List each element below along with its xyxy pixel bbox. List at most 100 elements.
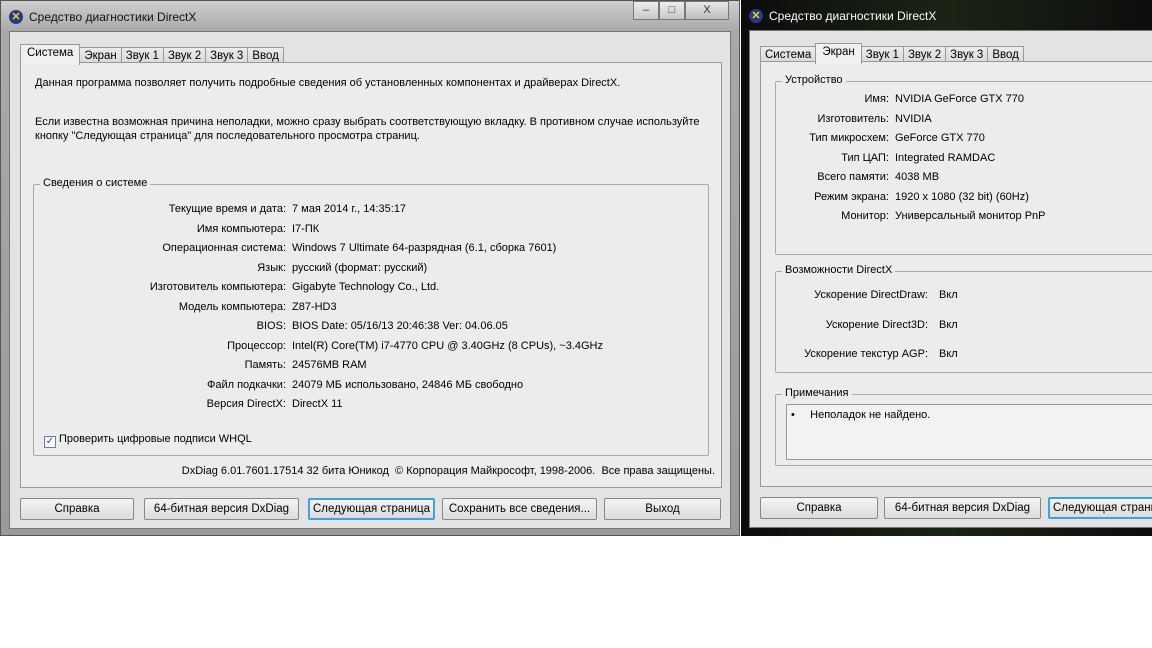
info-label: Тип ЦАП: [841,151,889,164]
dxdiag-window-system: ✕ Средство диагностики DirectX – □ X Сис… [0,0,740,536]
minimize-button[interactable]: – [633,1,659,20]
directx-icon: ✕ [749,9,763,23]
info-label: Режим экрана: [814,190,889,203]
tab-panel: Данная программа позволяет получить подр… [20,62,722,488]
group-title: Устройство [782,74,846,86]
info-label: Имя компьютера: [196,222,286,235]
info-value: Вкл [939,289,958,301]
info-row: Версия DirectX: DirectX 11 [34,398,343,410]
info-label: Ускорение текстур AGP: [804,348,928,360]
info-row: Имя: NVIDIA GeForce GTX 770 [776,93,1024,105]
intro-hint: Если известна возможная причина неполадк… [35,116,700,142]
info-label: Монитор: [841,210,889,222]
info-value: Gigabyte Technology Co., Ltd. [292,281,440,293]
info-value: I7-ПК [292,222,320,235]
info-label: Ускорение DirectDraw: [814,289,928,301]
info-label: Изготовитель компьютера: [149,281,286,293]
info-label: Файл подкачки: [206,378,286,391]
device-group: Устройство Имя: NVIDIA GeForce GTX 770 Изг… [775,74,1152,255]
info-row: Всего памяти: 4038 MB [776,171,939,183]
info-row: Ускорение текстур AGP: Вкл [776,348,958,360]
version-footer: DxDiag 6.01.7601.17514 32 бита Юникод © … [181,465,715,477]
info-value: Вкл [939,318,958,331]
info-row: Текущие время и дата: 7 мая 2014 г., 14:3… [34,203,406,215]
group-title: Примечания [782,387,852,399]
info-row: Ускорение DirectDraw: Вкл [776,289,958,301]
group-title: Возможности DirectX [782,264,896,276]
title-bar: ✕ Средство диагностики DirectX [9,7,196,27]
intro-text: Данная программа позволяет получить подр… [35,77,621,89]
info-row: Изготовитель: NVIDIA [776,113,932,125]
help-button[interactable]: Справка [20,498,134,520]
info-value: 1920 x 1080 (32 bit) (60Hz) [895,190,1029,203]
info-row: Память: 24576MB RAM [34,359,367,371]
client-area: Система Экран Звук 1 Звук 2 Звук 3 Ввод … [9,31,731,529]
bullet-icon: • [791,409,795,421]
info-row: BIOS: BIOS Date: 05/16/13 20:46:38 Ver: 0… [34,320,508,332]
info-value: Z87-HD3 [292,300,337,313]
checkmark-icon: ✓ [44,436,56,448]
info-row: Режим экрана: 1920 x 1080 (32 bit) (60Hz) [776,191,1029,203]
info-row: Модель компьютера: Z87-HD3 [34,301,337,313]
info-label: Модель компьютера: [178,300,286,313]
caption-buttons: – □ X [633,1,729,20]
close-button[interactable]: X [685,1,729,20]
info-row: Имя компьютера: I7-ПК [34,223,319,235]
directx-features-group: Возможности DirectX Ускорение DirectDraw… [775,264,1152,373]
info-label: Тип микросхем: [809,132,889,144]
info-label: Текущие время и дата: [168,203,286,215]
notes-text: Неполадок не найдено. [810,409,931,421]
dxdiag64-button[interactable]: 64-битная версия DxDiag [884,497,1041,519]
help-button[interactable]: Справка [760,497,878,519]
info-value: NVIDIA [895,112,932,125]
tab-display[interactable]: Экран [815,43,862,64]
info-value: Вкл [939,348,958,360]
info-value: Универсальный монитор PnP [895,210,1046,222]
exit-button[interactable]: Выход [604,498,721,520]
info-label: Язык: [257,261,286,274]
window-title: Средство диагностики DirectX [769,9,937,23]
tab-system[interactable]: Система [20,44,81,65]
save-all-button[interactable]: Сохранить все сведения... [442,498,597,520]
directx-icon: ✕ [9,10,23,24]
info-value: NVIDIA GeForce GTX 770 [895,93,1024,105]
info-label: Всего памяти: [817,171,889,183]
info-value: 7 мая 2014 г., 14:35:17 [292,203,407,215]
system-info-group: Сведения о системе Текущие время и дата:… [33,177,709,456]
next-page-button[interactable]: Следующая страница [1048,497,1152,519]
dxdiag64-button[interactable]: 64-битная версия DxDiag [144,498,299,520]
info-row: Тип микросхем: GeForce GTX 770 [776,132,985,144]
info-value: русский (формат: русский) [292,261,428,274]
maximize-button[interactable]: □ [659,1,685,20]
info-value: 24079 МБ использовано, 24846 МБ свободно [292,378,524,391]
info-value: Windows 7 Ultimate 64-разрядная (6.1, сб… [292,242,557,254]
dxdiag-window-display: ✕ Средство диагностики DirectX Система Э… [741,0,1152,536]
info-label: Имя: [864,93,889,105]
info-row: Файл подкачки: 24079 МБ использовано, 248… [34,379,523,391]
whql-label: Проверить цифровые подписи WHQL [59,433,252,445]
info-value: Integrated RAMDAC [895,151,996,164]
info-label: Процессор: [227,339,286,352]
info-row: Процессор: Intel(R) Core(TM) i7-4770 CPU … [34,340,603,352]
info-row: Ускорение Direct3D: Вкл [776,319,958,331]
info-value: 24576MB RAM [292,359,367,371]
info-row: Язык: русский (формат: русский) [34,262,427,274]
info-label: Память: [244,359,286,371]
info-value: 4038 MB [895,171,940,183]
info-label: BIOS: [256,320,286,332]
info-label: Версия DirectX: [206,398,286,410]
notes-box[interactable]: • Неполадок не найдено. [786,404,1152,460]
info-value: DirectX 11 [292,398,343,410]
tab-panel: Устройство Имя: NVIDIA GeForce GTX 770 Изг… [760,61,1152,487]
client-area: Система Экран Звук 1 Звук 2 Звук 3 Ввод … [749,30,1152,528]
info-row: Изготовитель компьютера: Gigabyte Technol… [34,281,439,293]
info-row: Операционная система: Windows 7 Ultimate … [34,242,556,254]
info-label: Ускорение Direct3D: [825,318,928,331]
whql-checkbox[interactable]: ✓ Проверить цифровые подписи WHQL [44,433,252,448]
info-value: GeForce GTX 770 [895,132,985,144]
info-row: Монитор: Универсальный монитор PnP [776,210,1046,222]
info-label: Операционная система: [162,242,286,254]
info-row: Тип ЦАП: Integrated RAMDAC [776,152,995,164]
next-page-button[interactable]: Следующая страница [308,498,435,520]
notes-group: Примечания • Неполадок не найдено. [775,387,1152,466]
